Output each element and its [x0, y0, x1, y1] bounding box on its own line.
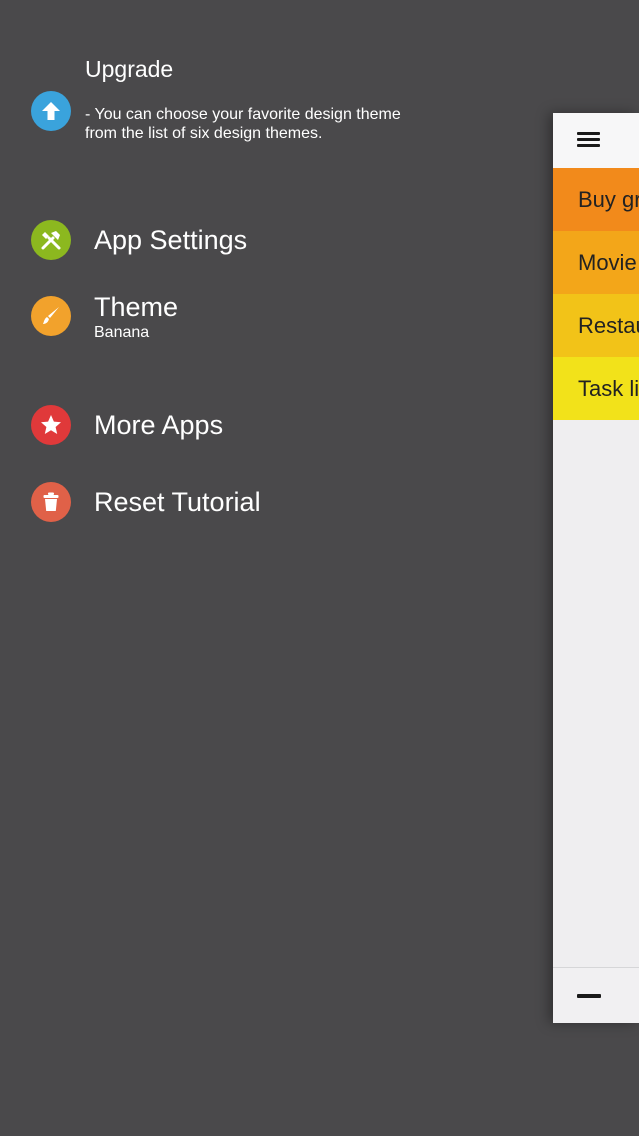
theme-item[interactable]: Theme Banana [0, 290, 520, 350]
paintbrush-icon [31, 296, 71, 336]
theme-value: Banana [94, 324, 150, 341]
theme-label: Theme [94, 292, 179, 322]
app-settings-item[interactable]: App Settings [0, 215, 520, 265]
upgrade-arrow-up-icon [31, 91, 71, 131]
hamburger-menu-icon[interactable] [577, 132, 600, 148]
list-row-restaurant[interactable]: Restau [553, 294, 639, 357]
more-apps-label: More Apps [94, 410, 224, 440]
main-list-panel[interactable]: Buy gr Movie Restau Task li [553, 113, 639, 1023]
reset-tutorial-item[interactable]: Reset Tutorial [0, 477, 520, 527]
panel-footer [553, 967, 639, 1023]
reset-tutorial-label: Reset Tutorial [94, 487, 261, 517]
more-apps-item[interactable]: More Apps [0, 400, 520, 450]
trash-icon [31, 482, 71, 522]
panel-header [553, 113, 639, 169]
list-row-buy[interactable]: Buy gr [553, 168, 639, 231]
list-row-task[interactable]: Task li [553, 357, 639, 420]
upgrade-description: - You can choose your favorite design th… [85, 106, 401, 142]
star-icon [31, 405, 71, 445]
tools-icon [31, 220, 71, 260]
app-settings-label: App Settings [94, 225, 248, 255]
upgrade-title: Upgrade [85, 56, 174, 82]
list-row-movie[interactable]: Movie [553, 231, 639, 294]
minus-icon[interactable] [577, 994, 601, 998]
